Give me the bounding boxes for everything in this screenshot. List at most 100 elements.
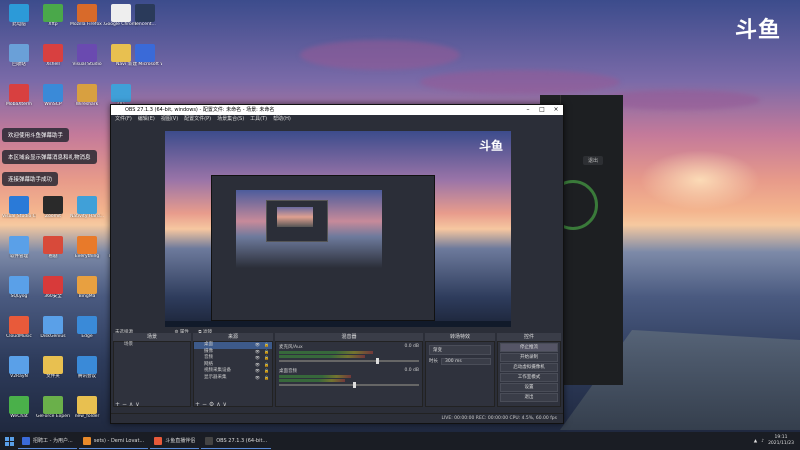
desktop-icon-label: Everything: [74, 254, 100, 259]
app-icon: [77, 4, 97, 22]
taskbar-item[interactable]: 招聘工 - 为用户...: [18, 434, 77, 449]
desktop-icon-label: 腾讯会议: [78, 374, 96, 379]
desktop-icon[interactable]: WeChat: [2, 396, 36, 420]
desktop-icon[interactable]: 360安全: [36, 276, 70, 300]
control-button[interactable]: 开始录制: [500, 353, 558, 362]
desktop-icon[interactable]: Edge: [70, 316, 104, 340]
windows-icon: [4, 436, 14, 446]
volume-slider[interactable]: [279, 382, 419, 388]
desktop-icon[interactable]: MobaXterm: [2, 84, 36, 108]
desktop-icon[interactable]: WinSCP: [36, 84, 70, 108]
desktop-icon[interactable]: Visual Studio: [70, 44, 104, 68]
down-icon[interactable]: ∨: [135, 401, 139, 408]
menu-item[interactable]: 工具(T): [250, 115, 267, 124]
desktop-icon-label: Xshell: [46, 62, 60, 67]
desktop-icon[interactable]: 文件夹: [36, 356, 70, 380]
network-icon[interactable]: ▲: [754, 439, 757, 444]
start-button[interactable]: [0, 432, 18, 450]
desktop-icon[interactable]: CloudMusic: [2, 316, 36, 340]
transition-select[interactable]: 渐变: [429, 345, 491, 355]
menu-item[interactable]: 文件(F): [115, 115, 132, 124]
maximize-icon[interactable]: □: [535, 105, 549, 115]
menu-item[interactable]: 帮助(H): [273, 115, 291, 124]
control-button[interactable]: 启动虚拟摄像机: [500, 363, 558, 372]
desktop-icon[interactable]: Visual Studio Code: [2, 196, 36, 220]
volume-meter: [279, 355, 366, 358]
obs-title-bar[interactable]: OBS 27.1.3 (64-bit, windows) - 配置文件: 未命名…: [111, 105, 563, 115]
desktop-icon[interactable]: Mozilla Firefox 26...: [70, 4, 104, 28]
taskbar-item[interactable]: 斗鱼直播伴侣: [150, 434, 200, 449]
desktop-icon[interactable]: Zoomit: [36, 196, 70, 220]
window-controls: – □ ×: [521, 105, 563, 115]
source-item[interactable]: 显示器采集 👁 🔒: [194, 375, 272, 382]
desktop-icon-label: V2RayN: [10, 374, 28, 379]
desktop-icon-label: 新建 Microsoft Word...: [128, 62, 162, 67]
duration-input[interactable]: 300 ms: [441, 358, 491, 365]
taskbar-item[interactable]: sets) - Demi Lovat...: [78, 434, 149, 449]
menu-item[interactable]: 视图(V): [161, 115, 178, 124]
control-button[interactable]: 工作室模式: [500, 373, 558, 382]
desktop-icon[interactable]: Everything: [70, 236, 104, 260]
desktop-icon[interactable]: 回收站: [2, 44, 36, 68]
desktop-icon[interactable]: GeForce Experience: [36, 396, 70, 420]
desktop-icon[interactable]: 腾讯会议: [70, 356, 104, 380]
desktop-icon-label: SQLyog: [10, 294, 28, 299]
menu-item[interactable]: 配置文件(P): [184, 115, 211, 124]
close-icon[interactable]: ×: [549, 105, 563, 115]
eye-icon[interactable]: 👁: [255, 375, 260, 382]
desktop-icon[interactable]: V2RayN: [2, 356, 36, 380]
desktop-icon[interactable]: Xftp: [36, 4, 70, 28]
control-button[interactable]: 退出: [500, 393, 558, 402]
down-icon[interactable]: ∨: [223, 401, 227, 408]
minimize-icon[interactable]: –: [521, 105, 535, 115]
desktop-icon[interactable]: 新建 Microsoft Word...: [128, 44, 162, 68]
desktop-icon[interactable]: DiskGenius: [36, 316, 70, 340]
clock[interactable]: 19:11 2021/11/23: [768, 435, 794, 447]
desktop-icon[interactable]: 软件管理: [2, 236, 36, 260]
obs-preview[interactable]: 斗鱼: [165, 131, 511, 327]
preview-wallpaper: 斗鱼: [165, 131, 511, 327]
volume-slider[interactable]: [279, 358, 419, 364]
up-icon[interactable]: ∧: [216, 401, 220, 408]
desktop-icon[interactable]: Tencent...: [128, 4, 162, 28]
desktop-icon[interactable]: Wireshark: [70, 84, 104, 108]
cloud: [600, 90, 760, 110]
add-icon[interactable]: +: [115, 401, 120, 408]
desktop-icon[interactable]: SQLyog: [2, 276, 36, 300]
control-button[interactable]: 设置: [500, 383, 558, 392]
sources-list[interactable]: 桌面 👁 🔒 摄像 👁 🔒 音频 👁 🔒 网络 👁 🔒 视频采集设备 👁 🔒 显示器采集 👁 🔒: [193, 341, 273, 407]
desktop-icon-label: BingMa: [78, 294, 96, 299]
desktop-icon-label: Wireshark: [75, 102, 99, 107]
desktop-icon[interactable]: BingMa: [70, 276, 104, 300]
volume-knob[interactable]: [353, 382, 357, 388]
volume-knob[interactable]: [376, 358, 380, 364]
app-icon: [43, 396, 63, 414]
volume-icon[interactable]: ♪: [761, 439, 764, 444]
desktop-icon[interactable]: Xshell: [36, 44, 70, 68]
remove-icon[interactable]: −: [122, 401, 127, 408]
desktop-icon[interactable]: 此电脑: [2, 4, 36, 28]
up-icon[interactable]: ∧: [129, 401, 133, 408]
taskbar-item[interactable]: OBS 27.1.3 (64-bit...: [201, 434, 272, 449]
preview-nested-obs: [266, 200, 328, 242]
lock-icon[interactable]: 🔒: [264, 375, 269, 382]
app-icon: [77, 84, 97, 102]
mixer-channel-header: 麦克风/Aux 0.0 dB: [276, 344, 422, 350]
app-icon: [43, 356, 63, 374]
desktop-icon[interactable]: 看剧: [36, 236, 70, 260]
scenes-list[interactable]: 场景: [113, 341, 191, 407]
danmaku-notification: 连接弹幕助手成功: [2, 172, 59, 186]
scene-item[interactable]: 场景: [114, 342, 190, 349]
menu-item[interactable]: 场景集合(S): [217, 115, 244, 124]
desktop-icon-label: Zoomit: [45, 214, 61, 219]
desktop-icon[interactable]: Nativity Hard...: [70, 196, 104, 220]
app-icon: [9, 4, 29, 22]
douyu-exit-button[interactable]: 退出: [583, 156, 604, 165]
scenes-dock-header: 场景: [113, 333, 191, 341]
desktop-icon[interactable]: new_folder: [70, 396, 104, 420]
gear-icon[interactable]: ⚙: [209, 401, 214, 408]
menu-item[interactable]: 编辑(E): [138, 115, 155, 124]
remove-icon[interactable]: −: [202, 401, 207, 408]
control-button[interactable]: 停止推流: [500, 343, 558, 352]
add-icon[interactable]: +: [195, 401, 200, 408]
